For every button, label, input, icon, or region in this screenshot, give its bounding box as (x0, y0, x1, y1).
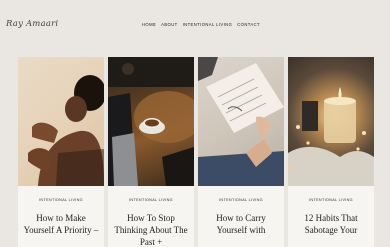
post-category[interactable]: INTENTIONAL LIVING (108, 198, 194, 202)
post-image[interactable] (288, 57, 374, 186)
post-title[interactable]: How to Carry Yourself with (202, 212, 280, 236)
post-category[interactable]: INTENTIONAL LIVING (18, 198, 104, 202)
post-card[interactable]: INTENTIONAL LIVING How to Carry Yourself… (198, 57, 284, 247)
post-title[interactable]: How to Make Yourself A Priority – (22, 212, 100, 236)
main-nav: HOME ABOUT INTENTIONAL LIVING CONTACT (142, 22, 260, 27)
post-title[interactable]: How To Stop Thinking About The Past + (112, 212, 190, 247)
post-image[interactable] (108, 57, 194, 186)
nav-intentional-living[interactable]: INTENTIONAL LIVING (183, 22, 233, 27)
post-image[interactable] (18, 57, 104, 186)
post-category[interactable]: INTENTIONAL LIVING (288, 198, 374, 202)
post-title[interactable]: 12 Habits That Sabotage Your (292, 212, 370, 236)
post-card[interactable]: INTENTIONAL LIVING How To Stop Thinking … (108, 57, 194, 247)
nav-about[interactable]: ABOUT (161, 22, 177, 27)
post-image[interactable] (198, 57, 284, 186)
post-grid: INTENTIONAL LIVING How to Make Yourself … (18, 57, 374, 247)
nav-contact[interactable]: CONTACT (237, 22, 260, 27)
site-logo[interactable]: Ray Amaari (6, 19, 58, 29)
post-card[interactable]: INTENTIONAL LIVING 12 Habits That Sabota… (288, 57, 374, 247)
nav-home[interactable]: HOME (142, 22, 156, 27)
site-header: Ray Amaari HOME ABOUT INTENTIONAL LIVING… (0, 0, 390, 50)
post-card[interactable]: INTENTIONAL LIVING How to Make Yourself … (18, 57, 104, 247)
post-category[interactable]: INTENTIONAL LIVING (198, 198, 284, 202)
